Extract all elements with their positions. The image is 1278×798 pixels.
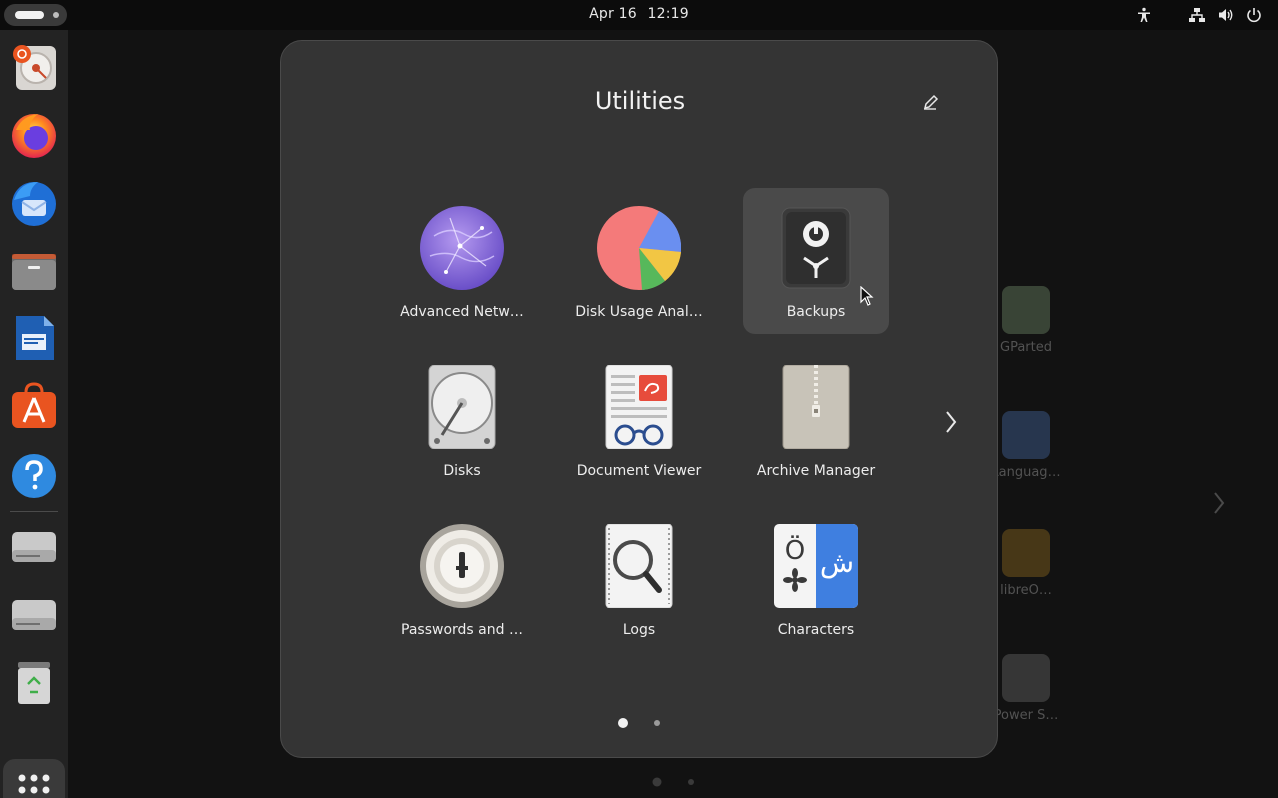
show-apps-icon	[18, 774, 50, 794]
gparted-icon	[1002, 286, 1050, 334]
passwords-icon	[420, 524, 504, 608]
app-label: Characters	[777, 622, 855, 638]
app-label: Logs	[622, 622, 656, 638]
app-folder-popup: Utilities Advanced Netw… Disk Usage Anal…	[280, 40, 998, 758]
app-center-icon[interactable]	[6, 378, 62, 434]
bg-page-indicator	[652, 777, 694, 787]
app-label: Advanced Netw…	[400, 304, 524, 320]
app-tile-disk-usage-analyzer[interactable]: Disk Usage Anal…	[566, 188, 712, 334]
files-icon[interactable]	[6, 242, 62, 298]
disk-usage-dock-icon[interactable]	[6, 38, 62, 94]
app-label: Passwords and …	[401, 622, 523, 638]
advanced-network-icon	[420, 206, 504, 290]
show-apps-button[interactable]	[3, 759, 65, 798]
document-viewer-icon	[605, 365, 673, 449]
language-icon	[1002, 411, 1050, 459]
libreoffice-icon	[1002, 529, 1050, 577]
desktop: Apr 16 12:19 GParted Languag… libreO… Po…	[0, 0, 1278, 798]
dock	[0, 30, 68, 798]
app-tile-archive-manager[interactable]: Archive Manager	[743, 347, 889, 493]
thunderbird-icon[interactable]	[6, 174, 62, 230]
bg-app-label: Languag…	[991, 465, 1061, 480]
trash-icon[interactable]	[6, 654, 62, 710]
next-page-chevron-icon[interactable]	[943, 409, 959, 435]
app-label: Disks	[443, 463, 481, 479]
edit-pencil-icon[interactable]	[922, 93, 940, 111]
top-bar: Apr 16 12:19	[0, 0, 1278, 30]
backups-icon	[781, 207, 851, 289]
power-icon[interactable]	[1245, 6, 1263, 24]
dock-separator	[10, 511, 58, 512]
firefox-icon[interactable]	[6, 106, 62, 162]
page-dot-2[interactable]	[654, 720, 660, 726]
app-label: Backups	[786, 304, 846, 320]
page-dot-1[interactable]	[618, 718, 628, 728]
libreoffice-writer-icon[interactable]	[6, 310, 62, 366]
disks-icon	[428, 365, 496, 449]
accessibility-icon[interactable]	[1135, 6, 1153, 24]
app-tile-document-viewer[interactable]: Document Viewer	[566, 347, 712, 493]
disk-usage-analyzer-icon	[597, 206, 681, 290]
folder-title[interactable]: Utilities	[281, 87, 999, 115]
app-tile-logs[interactable]: Logs	[566, 506, 712, 652]
date-label: Apr 16	[589, 6, 637, 22]
app-tile-passwords[interactable]: Passwords and …	[389, 506, 535, 652]
bg-app-label: Power S…	[993, 708, 1059, 723]
clock[interactable]: Apr 16 12:19	[0, 6, 1278, 22]
bg-app-label: libreO…	[1000, 583, 1052, 598]
app-tile-characters[interactable]: Ö ش Characters	[743, 506, 889, 652]
app-tile-disks[interactable]: Disks	[389, 347, 535, 493]
svg-text:Ö: Ö	[785, 534, 805, 566]
network-icon[interactable]	[1188, 6, 1206, 24]
volume-icon[interactable]	[1217, 6, 1235, 24]
app-label: Disk Usage Anal…	[575, 304, 703, 320]
bg-chevron-right-icon	[1214, 492, 1225, 514]
drive-1-icon[interactable]	[6, 518, 62, 574]
time-label: 12:19	[647, 6, 689, 22]
power-statistics-icon	[1002, 654, 1050, 702]
app-tile-backups[interactable]: Backups	[743, 188, 889, 334]
app-tile-advanced-network[interactable]: Advanced Netw…	[389, 188, 535, 334]
bg-app-label: GParted	[1000, 340, 1052, 355]
archive-manager-icon	[782, 365, 850, 449]
logs-icon	[605, 524, 673, 608]
characters-icon: Ö ش	[774, 524, 858, 608]
help-icon[interactable]	[6, 446, 62, 502]
mouse-cursor-icon	[860, 286, 874, 306]
app-label: Archive Manager	[756, 463, 876, 479]
svg-text:ش: ش	[820, 546, 854, 579]
drive-2-icon[interactable]	[6, 586, 62, 642]
app-label: Document Viewer	[576, 463, 702, 479]
